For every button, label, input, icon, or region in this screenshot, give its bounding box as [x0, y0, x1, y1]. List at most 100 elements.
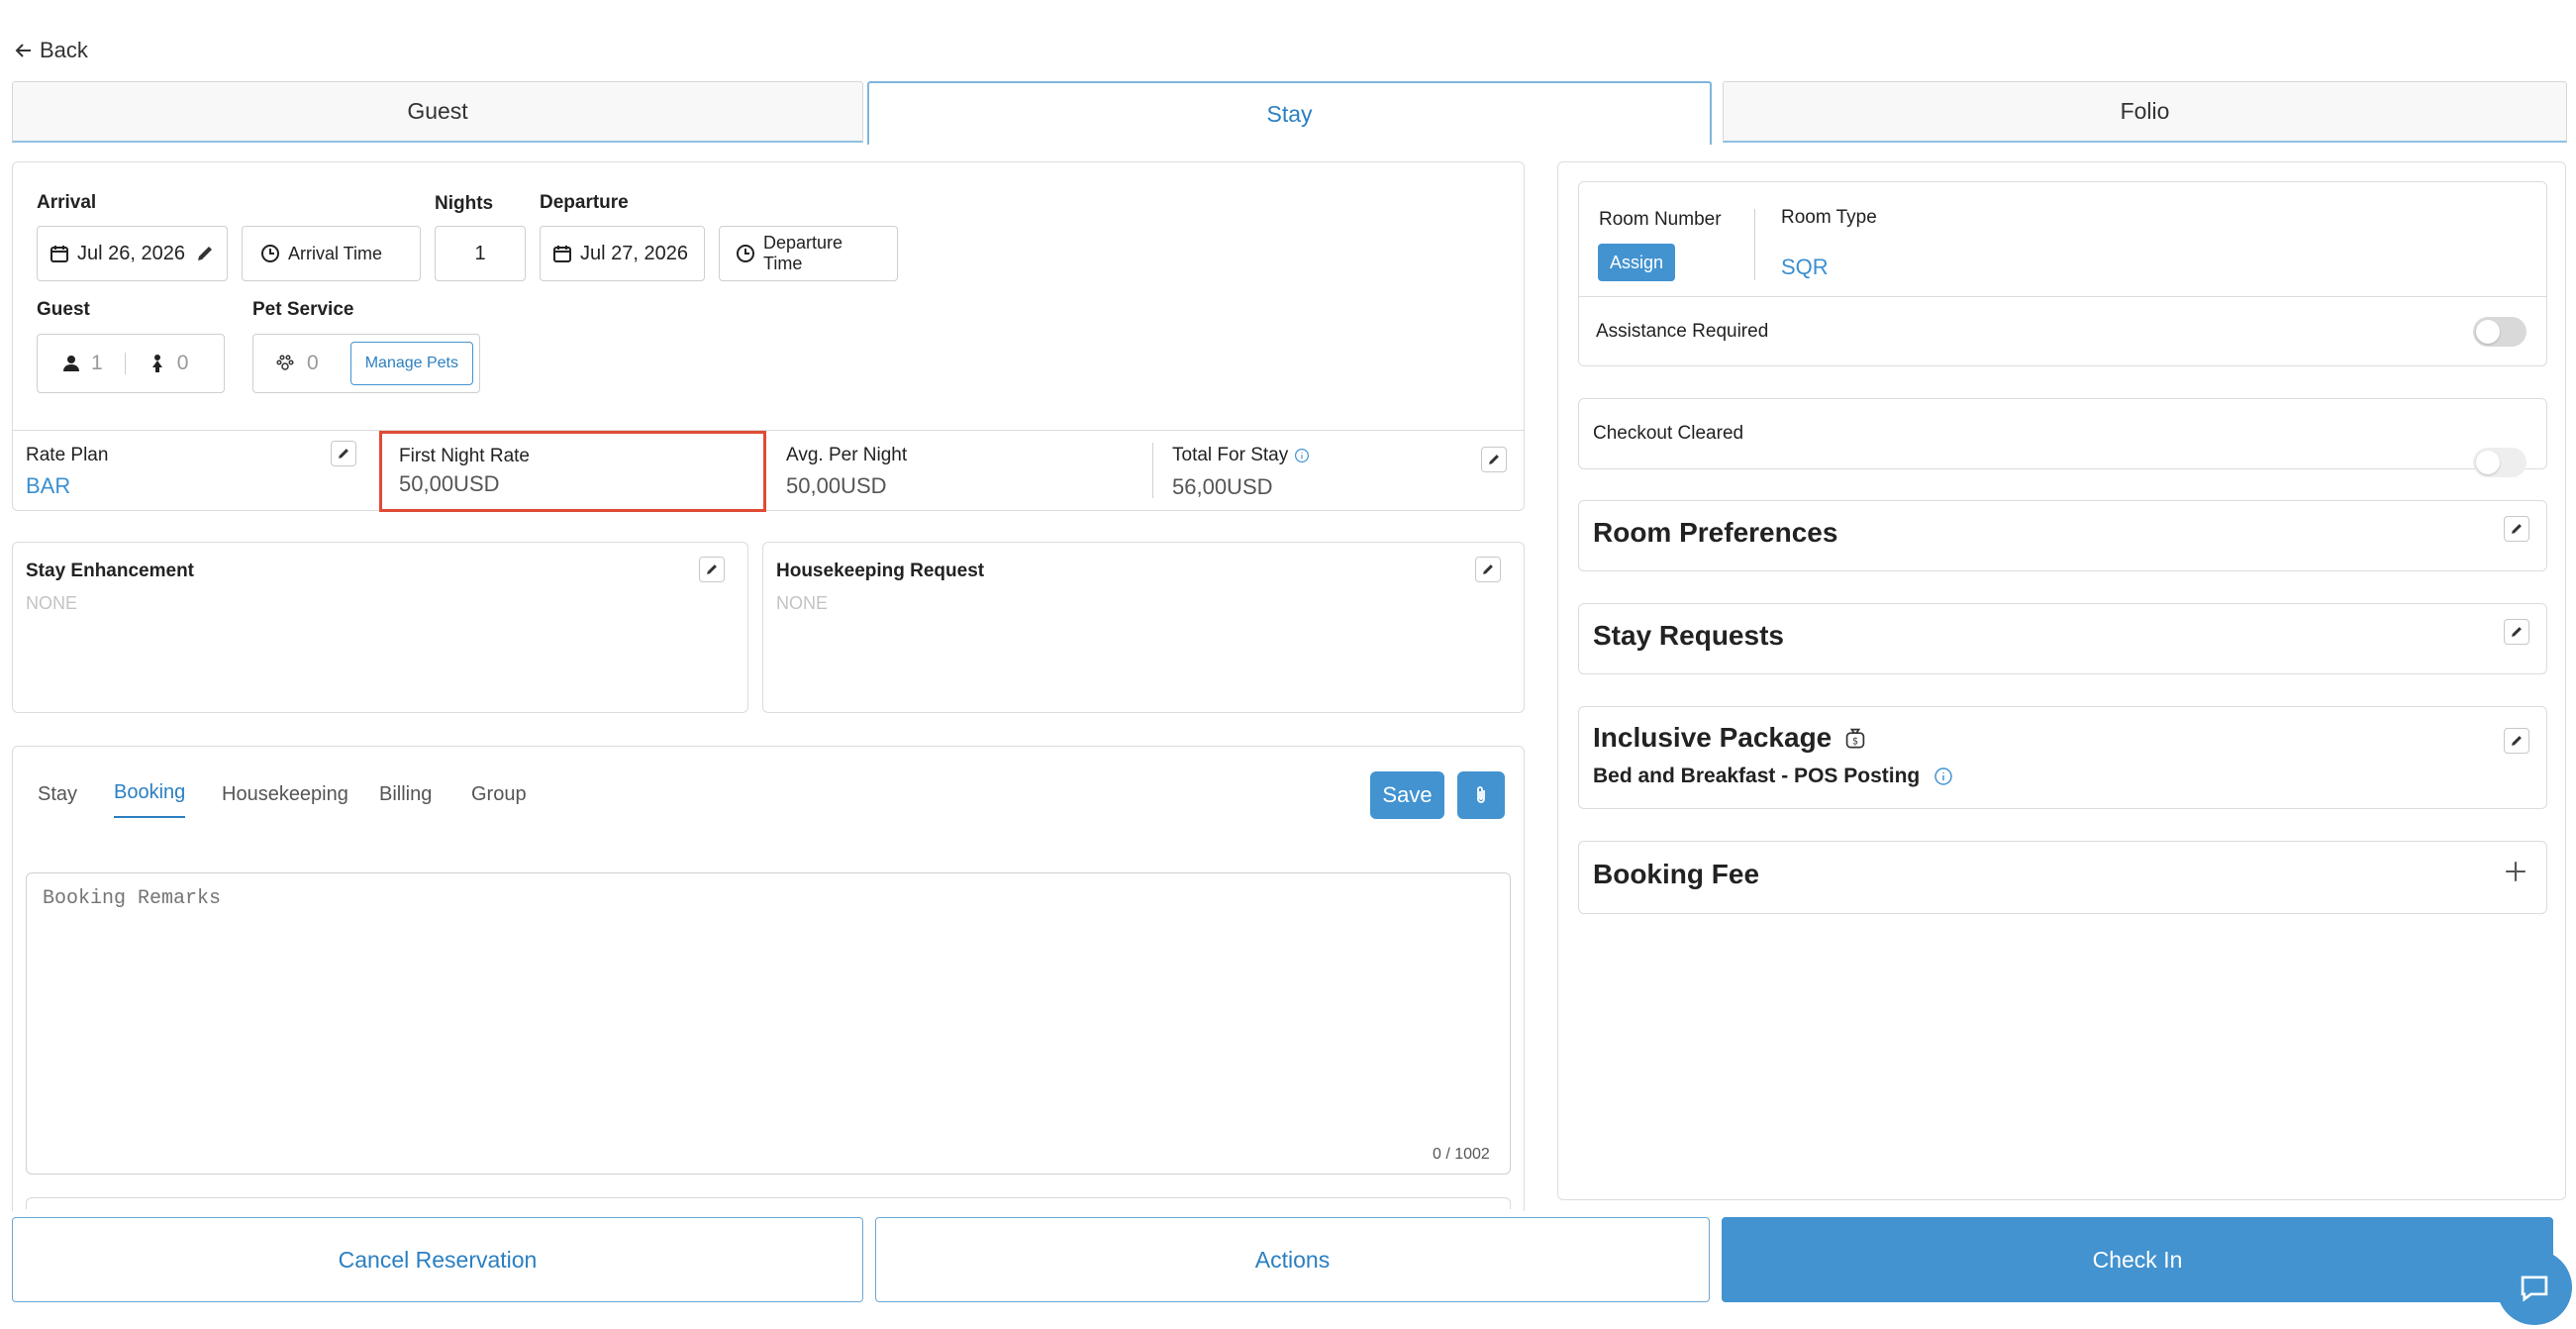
pencil-icon: [1483, 564, 1493, 574]
pet-count: 0: [307, 352, 319, 374]
child-count: 0: [176, 352, 189, 374]
avg-per-night-label: Avg. Per Night: [786, 445, 908, 465]
remarks-tab-housekeeping[interactable]: Housekeeping: [222, 783, 348, 806]
departure-time-value: Departure Time: [763, 233, 843, 273]
pencil-icon[interactable]: [195, 244, 215, 263]
booking-remarks-textarea[interactable]: [26, 872, 1511, 1175]
manage-pets-button[interactable]: Manage Pets: [349, 342, 473, 385]
svg-text:$: $: [1852, 737, 1858, 748]
calendar-icon: [553, 246, 571, 262]
calendar-icon: [50, 246, 68, 262]
back-label: Back: [40, 38, 88, 62]
arrival-time-field[interactable]: Arrival Time: [242, 226, 421, 281]
pencil-icon: [2512, 736, 2522, 746]
room-number-label: Room Number: [1599, 209, 1722, 230]
total-divider: [1152, 443, 1153, 498]
clock-icon: [261, 245, 279, 262]
inclusive-package-title: Inclusive Package: [1593, 722, 1833, 753]
housekeeping-edit-button[interactable]: [1475, 557, 1501, 582]
tab-stay-label: Stay: [1266, 100, 1313, 127]
tab-guest-label: Guest: [407, 98, 468, 124]
clock-icon: [737, 245, 754, 262]
stay-enhancement-edit-button[interactable]: [699, 557, 725, 582]
pencil-icon: [1489, 455, 1499, 464]
departure-date-value: Jul 27, 2026: [580, 242, 688, 264]
rate-plan-value[interactable]: BAR: [26, 473, 70, 499]
package-item-label: Bed and Breakfast - POS Posting: [1593, 765, 1921, 787]
assistance-divider: [1578, 296, 2547, 297]
remarks-tab-stay[interactable]: Stay: [38, 783, 77, 806]
chat-widget-button[interactable]: [2497, 1250, 2572, 1325]
info-icon[interactable]: [1294, 448, 1310, 463]
stay-enhancement-label: Stay Enhancement: [26, 561, 194, 581]
stay-enhancement-value: NONE: [26, 593, 78, 613]
actions-button[interactable]: Actions: [875, 1217, 1710, 1302]
room-type-value[interactable]: SQR: [1781, 255, 1829, 280]
guest-divider: [124, 353, 126, 374]
room-type-label: Room Type: [1781, 207, 1877, 228]
money-bag-icon: $: [1846, 728, 1865, 749]
child-icon: [151, 355, 162, 372]
assistance-required-label: Assistance Required: [1596, 321, 1769, 342]
first-night-rate-label: First Night Rate: [399, 446, 530, 466]
departure-date-field[interactable]: Jul 27, 2026: [540, 226, 705, 281]
chat-icon: [2521, 1276, 2548, 1302]
total-for-stay-label: Total For Stay: [1172, 445, 1289, 465]
pencil-icon: [339, 449, 348, 459]
add-booking-fee-button[interactable]: [2502, 858, 2529, 885]
departure-label: Departure: [540, 192, 629, 213]
arrival-date-value: Jul 26, 2026: [77, 242, 185, 264]
housekeeping-request-label: Housekeeping Request: [776, 561, 985, 581]
save-button[interactable]: Save: [1370, 771, 1444, 819]
assistance-required-toggle[interactable]: [2473, 317, 2526, 347]
arrow-left-icon: [15, 44, 31, 57]
stay-requests-title: Stay Requests: [1593, 620, 1784, 651]
inclusive-package-edit-button[interactable]: [2504, 728, 2529, 754]
arrival-date-field[interactable]: Jul 26, 2026: [37, 226, 228, 281]
nights-input[interactable]: 1: [435, 226, 526, 281]
remarks-tab-booking[interactable]: Booking: [114, 781, 186, 818]
adult-icon: [63, 356, 79, 371]
stay-requests-edit-button[interactable]: [2504, 619, 2529, 645]
remarks-tab-billing[interactable]: Billing: [379, 783, 432, 806]
rate-plan-label: Rate Plan: [26, 445, 109, 465]
adult-count: 1: [91, 352, 103, 374]
attach-button[interactable]: [1457, 771, 1505, 819]
tab-folio[interactable]: Folio: [1723, 81, 2567, 143]
nights-value: 1: [474, 242, 486, 264]
pencil-icon: [2512, 627, 2522, 637]
total-edit-button[interactable]: [1481, 447, 1507, 472]
paw-icon: [276, 355, 294, 370]
back-link[interactable]: Back: [14, 38, 88, 63]
remarks-char-counter: 0 / 1002: [1433, 1146, 1490, 1163]
next-section-edge: [26, 1197, 1511, 1209]
assign-room-button[interactable]: Assign: [1598, 244, 1675, 281]
plus-icon: [2506, 862, 2526, 881]
nights-label: Nights: [435, 193, 494, 214]
guest-label: Guest: [37, 299, 90, 320]
first-night-rate-value: 50,00USD: [399, 471, 500, 496]
rate-plan-edit-button[interactable]: [331, 441, 356, 466]
checkout-cleared-toggle[interactable]: [2473, 448, 2526, 477]
housekeeping-request-value: NONE: [776, 593, 829, 613]
arrival-time-value: Arrival Time: [288, 243, 383, 263]
tab-folio-label: Folio: [2120, 98, 2170, 124]
tab-guest[interactable]: Guest: [12, 81, 863, 143]
total-for-stay-header: Total For Stay: [1172, 445, 1310, 466]
tab-stay[interactable]: Stay: [867, 81, 1712, 145]
booking-fee-title: Booking Fee: [1593, 859, 1760, 889]
info-icon[interactable]: [1933, 767, 1953, 786]
cancel-reservation-button[interactable]: Cancel Reservation: [12, 1217, 863, 1302]
room-divider: [1754, 209, 1755, 280]
departure-time-field[interactable]: Departure Time: [719, 226, 898, 281]
inclusive-package-header: Inclusive Package $: [1593, 722, 1867, 754]
pet-service-field: 0 Manage Pets: [252, 334, 480, 393]
guest-count-field[interactable]: 1 0: [37, 334, 225, 393]
remarks-tab-group[interactable]: Group: [471, 783, 527, 806]
rates-divider: [12, 430, 1525, 431]
pencil-icon: [707, 564, 717, 574]
toggle-knob: [2476, 320, 2500, 344]
pencil-icon: [2512, 524, 2522, 534]
room-preferences-edit-button[interactable]: [2504, 516, 2529, 542]
check-in-button[interactable]: Check In: [1722, 1217, 2553, 1302]
